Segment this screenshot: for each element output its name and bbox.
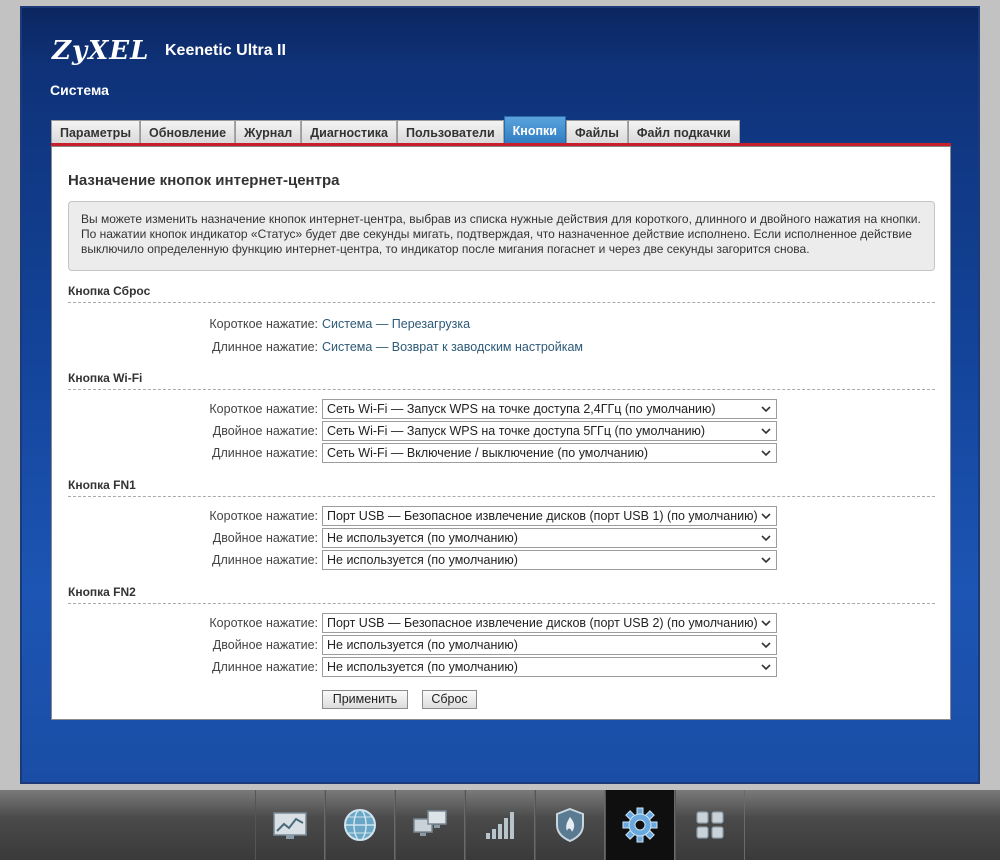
- fn1-long-label: Длинное нажатие:: [212, 553, 318, 567]
- reset-short-label: Короткое нажатие:: [209, 317, 318, 331]
- fn1-double-label: Двойное нажатие:: [212, 531, 318, 545]
- dock-item-wifi[interactable]: [465, 790, 535, 860]
- fn1-long-select[interactable]: Не используется (по умолчанию): [322, 550, 777, 570]
- divider: [68, 496, 935, 497]
- chevron-down-icon: [761, 428, 771, 435]
- dock-item-apps[interactable]: [675, 790, 745, 860]
- tab-parameters[interactable]: Параметры: [51, 120, 140, 144]
- divider: [68, 603, 935, 604]
- chevron-down-icon: [761, 557, 771, 564]
- tab-users[interactable]: Пользователи: [396, 120, 504, 144]
- tab-buttons[interactable]: Кнопки: [503, 116, 566, 144]
- chevron-down-icon: [761, 406, 771, 413]
- wifi-short-row: Короткое нажатие: Сеть Wi-Fi — Запуск WP…: [52, 398, 952, 420]
- group-title-fn2: Кнопка FN2: [68, 585, 136, 599]
- fn2-short-row: Короткое нажатие: Порт USB — Безопасное …: [52, 612, 952, 634]
- bottom-dock: [0, 790, 1000, 860]
- dock-item-monitor[interactable]: [255, 790, 325, 860]
- fn2-double-row: Двойное нажатие: Не используется (по умо…: [52, 634, 952, 656]
- fn2-long-row: Длинное нажатие: Не используется (по умо…: [52, 656, 952, 678]
- fn1-short-row: Короткое нажатие: Порт USB — Безопасное …: [52, 505, 952, 527]
- chevron-down-icon: [761, 535, 771, 542]
- fn2-double-select[interactable]: Не используется (по умолчанию): [322, 635, 777, 655]
- dock-item-home-network[interactable]: [395, 790, 465, 860]
- group-title-reset: Кнопка Сброс: [68, 284, 151, 298]
- tab-diagnostics[interactable]: Диагностика: [301, 120, 397, 144]
- wifi-double-select[interactable]: Сеть Wi-Fi — Запуск WPS на точке доступа…: [322, 421, 777, 441]
- fn2-short-label: Короткое нажатие:: [209, 616, 318, 630]
- wifi-long-select[interactable]: Сеть Wi-Fi — Включение / выключение (по …: [322, 443, 777, 463]
- wifi-long-label: Длинное нажатие:: [212, 446, 318, 460]
- dock-item-security[interactable]: [535, 790, 605, 860]
- fn2-double-label: Двойное нажатие:: [212, 638, 318, 652]
- reset-short-value: Система — Перезагрузка: [322, 317, 471, 331]
- group-title-wifi: Кнопка Wi-Fi: [68, 371, 143, 385]
- reset-long-row: Длинное нажатие: Система — Возврат к зав…: [52, 336, 952, 358]
- signal-bars-icon: [486, 812, 514, 839]
- wifi-short-select[interactable]: Сеть Wi-Fi — Запуск WPS на точке доступа…: [322, 399, 777, 419]
- apply-button[interactable]: Применить: [322, 690, 408, 709]
- wifi-double-label: Двойное нажатие:: [212, 424, 318, 438]
- tab-bar: Параметры Обновление Журнал Диагностика …: [51, 116, 740, 144]
- model-name: Keenetic Ultra II: [165, 42, 286, 59]
- network-computers-icon: [413, 810, 447, 836]
- tab-update[interactable]: Обновление: [140, 120, 236, 144]
- fn2-short-select[interactable]: Порт USB — Безопасное извлечение дисков …: [322, 613, 777, 633]
- content-panel: Назначение кнопок интернет-центра Вы мож…: [51, 146, 951, 720]
- section-title: Система: [50, 82, 109, 98]
- page-title: Назначение кнопок интернет-центра: [68, 172, 340, 189]
- divider: [68, 389, 935, 390]
- shield-icon: [556, 807, 584, 843]
- fn1-short-label: Короткое нажатие:: [209, 509, 318, 523]
- fn2-long-select[interactable]: Не используется (по умолчанию): [322, 657, 777, 677]
- header-panel: ZyXEL Keenetic Ultra II Система Параметр…: [20, 6, 980, 784]
- fn1-double-row: Двойное нажатие: Не используется (по умо…: [52, 527, 952, 549]
- fn1-long-row: Длинное нажатие: Не используется (по умо…: [52, 549, 952, 571]
- gear-icon: [622, 807, 658, 843]
- info-box: Вы можете изменить назначение кнопок инт…: [68, 201, 935, 271]
- chevron-down-icon: [761, 450, 771, 457]
- dock-item-internet[interactable]: [325, 790, 395, 860]
- dock-item-system[interactable]: [605, 790, 675, 860]
- divider: [68, 302, 935, 303]
- chevron-down-icon: [761, 642, 771, 649]
- wifi-short-label: Короткое нажатие:: [209, 402, 318, 416]
- globe-icon: [344, 809, 376, 841]
- page-frame: ZyXEL Keenetic Ultra II Система Параметр…: [0, 0, 1000, 790]
- fn1-short-select[interactable]: Порт USB — Безопасное извлечение дисков …: [322, 506, 777, 526]
- tab-swap-file[interactable]: Файл подкачки: [627, 120, 740, 144]
- reset-short-row: Короткое нажатие: Система — Перезагрузка: [52, 313, 952, 335]
- fn1-double-select[interactable]: Не используется (по умолчанию): [322, 528, 777, 548]
- reset-long-label: Длинное нажатие:: [212, 340, 318, 354]
- wifi-double-row: Двойное нажатие: Сеть Wi-Fi — Запуск WPS…: [52, 420, 952, 442]
- chevron-down-icon: [761, 513, 771, 520]
- chevron-down-icon: [761, 664, 771, 671]
- tab-files[interactable]: Файлы: [565, 120, 628, 144]
- tab-log[interactable]: Журнал: [235, 120, 302, 144]
- fn2-long-label: Длинное нажатие:: [212, 660, 318, 674]
- wifi-long-row: Длинное нажатие: Сеть Wi-Fi — Включение …: [52, 442, 952, 464]
- reset-long-value: Система — Возврат к заводским настройкам: [322, 340, 584, 354]
- chart-monitor-icon: [273, 812, 307, 839]
- chevron-down-icon: [761, 620, 771, 627]
- brand-logo: ZyXEL: [52, 36, 150, 66]
- reset-button[interactable]: Сброс: [422, 690, 477, 709]
- apps-grid-icon: [696, 811, 724, 839]
- group-title-fn1: Кнопка FN1: [68, 478, 136, 492]
